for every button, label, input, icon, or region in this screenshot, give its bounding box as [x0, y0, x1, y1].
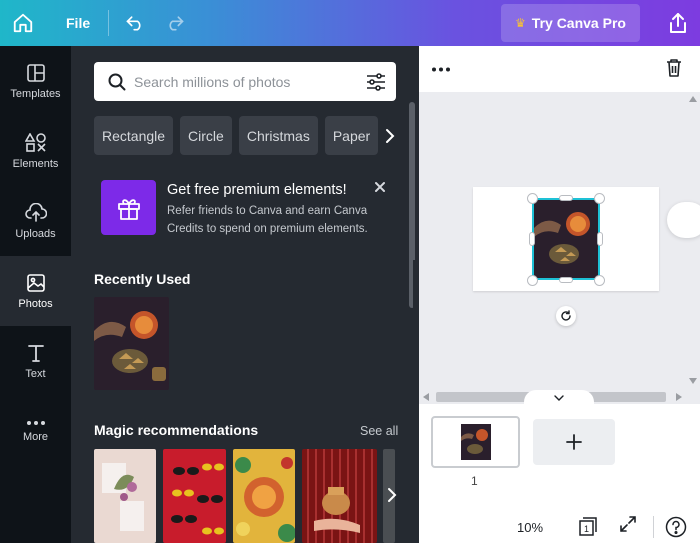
rail-item-more[interactable]: More	[0, 396, 71, 466]
resize-handle-bottom-left[interactable]	[527, 275, 538, 286]
close-icon	[375, 182, 385, 192]
see-all-link[interactable]: See all	[360, 424, 398, 438]
more-options-button[interactable]	[431, 61, 455, 77]
expand-icon	[620, 516, 636, 532]
chips-next-button[interactable]	[376, 116, 404, 155]
promo-title: Get free premium elements!	[167, 182, 347, 198]
help-icon	[665, 516, 687, 538]
canvas-toolbar	[419, 46, 700, 92]
rail-item-photos[interactable]: Photos	[0, 256, 71, 326]
recent-photo[interactable]	[94, 297, 169, 390]
pages-icon: 1	[579, 517, 597, 536]
templates-icon	[26, 63, 45, 82]
magic-recommendations-heading: Magic recommendations	[94, 422, 259, 438]
add-page-button[interactable]	[533, 419, 615, 465]
photos-panel: Search millions of photos Rectangle Circ…	[71, 46, 419, 543]
uploads-icon	[24, 202, 47, 222]
text-icon	[27, 344, 44, 362]
rail-item-label: More	[22, 430, 49, 443]
rail-item-label: Uploads	[15, 227, 56, 240]
photos-icon	[26, 273, 45, 292]
filter-icon	[367, 72, 385, 91]
search-input[interactable]: Search millions of photos	[134, 74, 366, 90]
recommended-photo[interactable]	[233, 449, 295, 543]
rail-item-label: Templates	[10, 87, 61, 100]
chip-circle[interactable]: Circle	[180, 116, 232, 155]
rotate-icon	[561, 310, 571, 321]
svg-text:1: 1	[584, 524, 589, 534]
home-button[interactable]	[0, 0, 46, 46]
recently-used-heading: Recently Used	[94, 271, 191, 287]
more-icon	[432, 67, 450, 71]
suggestion-chips: Rectangle Circle Christmas Paper	[94, 116, 385, 155]
zoom-level[interactable]: 10%	[517, 520, 543, 535]
rotate-handle[interactable]	[556, 306, 576, 326]
rail-item-uploads[interactable]: Uploads	[0, 186, 71, 256]
crown-icon: ♛	[515, 16, 526, 30]
chip-christmas[interactable]: Christmas	[238, 116, 318, 155]
toolbar-divider	[108, 10, 110, 36]
left-rail: Templates Elements Uploads Photos Text M…	[0, 46, 71, 543]
elements-icon	[24, 132, 46, 152]
chip-paper[interactable]: Paper	[324, 116, 379, 155]
undo-icon	[126, 16, 141, 31]
photo-search-field[interactable]: Search millions of photos	[94, 62, 396, 101]
rail-item-label: Photos	[18, 297, 53, 310]
promo-close-button[interactable]	[374, 180, 388, 194]
fullscreen-button[interactable]	[619, 515, 637, 538]
share-icon	[670, 13, 686, 33]
chevron-right-icon	[386, 128, 395, 143]
scroll-right-icon	[676, 393, 682, 401]
resize-handle-right[interactable]	[597, 232, 603, 246]
search-icon	[108, 73, 126, 91]
editor-canvas-area: 1 10% 1	[419, 46, 700, 543]
share-button[interactable]	[656, 0, 700, 46]
filter-button[interactable]	[366, 72, 386, 91]
try-pro-button[interactable]: ♛ Try Canva Pro	[501, 4, 640, 42]
recommended-photo[interactable]	[94, 449, 156, 543]
resize-handle-top[interactable]	[559, 195, 573, 201]
file-menu-button[interactable]: File	[66, 15, 90, 31]
page-thumbnail[interactable]	[431, 416, 520, 468]
recommended-photo[interactable]	[163, 449, 226, 543]
page-number: 1	[471, 474, 478, 488]
promo-text: Refer friends to Canva and earn Canva Cr…	[167, 205, 368, 235]
rail-item-text[interactable]: Text	[0, 326, 71, 396]
help-button[interactable]	[665, 516, 687, 543]
resize-handle-bottom[interactable]	[559, 277, 573, 283]
chevron-right-icon	[388, 488, 397, 502]
scroll-left-icon	[423, 393, 429, 401]
gift-icon	[101, 180, 156, 235]
recommendations-next-button[interactable]	[381, 484, 403, 506]
rail-item-label: Elements	[12, 157, 59, 170]
redo-icon	[169, 16, 184, 31]
recommended-photo[interactable]	[302, 449, 377, 543]
divider	[653, 516, 654, 538]
chip-rectangle[interactable]: Rectangle	[94, 116, 174, 155]
resize-handle-left[interactable]	[529, 232, 535, 246]
chevron-down-icon	[554, 395, 564, 401]
more-icon	[26, 420, 45, 425]
plus-icon	[566, 434, 582, 450]
resize-handle-top-right[interactable]	[594, 193, 605, 204]
resize-handle-top-left[interactable]	[527, 193, 538, 204]
undo-button[interactable]	[115, 0, 155, 46]
rail-item-templates[interactable]: Templates	[0, 46, 71, 116]
selection-box	[532, 198, 600, 280]
trash-icon	[667, 59, 681, 77]
scroll-down-icon	[689, 378, 697, 384]
vertical-scrollbar[interactable]	[686, 92, 700, 390]
pages-strip: 1 10% 1	[419, 404, 700, 543]
rail-item-label: Text	[25, 367, 46, 380]
resize-handle-bottom-right[interactable]	[594, 275, 605, 286]
page-count-button[interactable]: 1	[577, 515, 599, 542]
rail-item-elements[interactable]: Elements	[0, 116, 71, 186]
delete-button[interactable]	[666, 58, 682, 83]
redo-button[interactable]	[155, 0, 195, 46]
premium-promo: Get free premium elements! Refer friends…	[101, 180, 391, 240]
home-icon	[13, 13, 33, 33]
top-bar: File ♛ Try Canva Pro	[0, 0, 700, 46]
try-pro-label: Try Canva Pro	[531, 15, 626, 31]
scroll-up-icon	[689, 96, 697, 102]
